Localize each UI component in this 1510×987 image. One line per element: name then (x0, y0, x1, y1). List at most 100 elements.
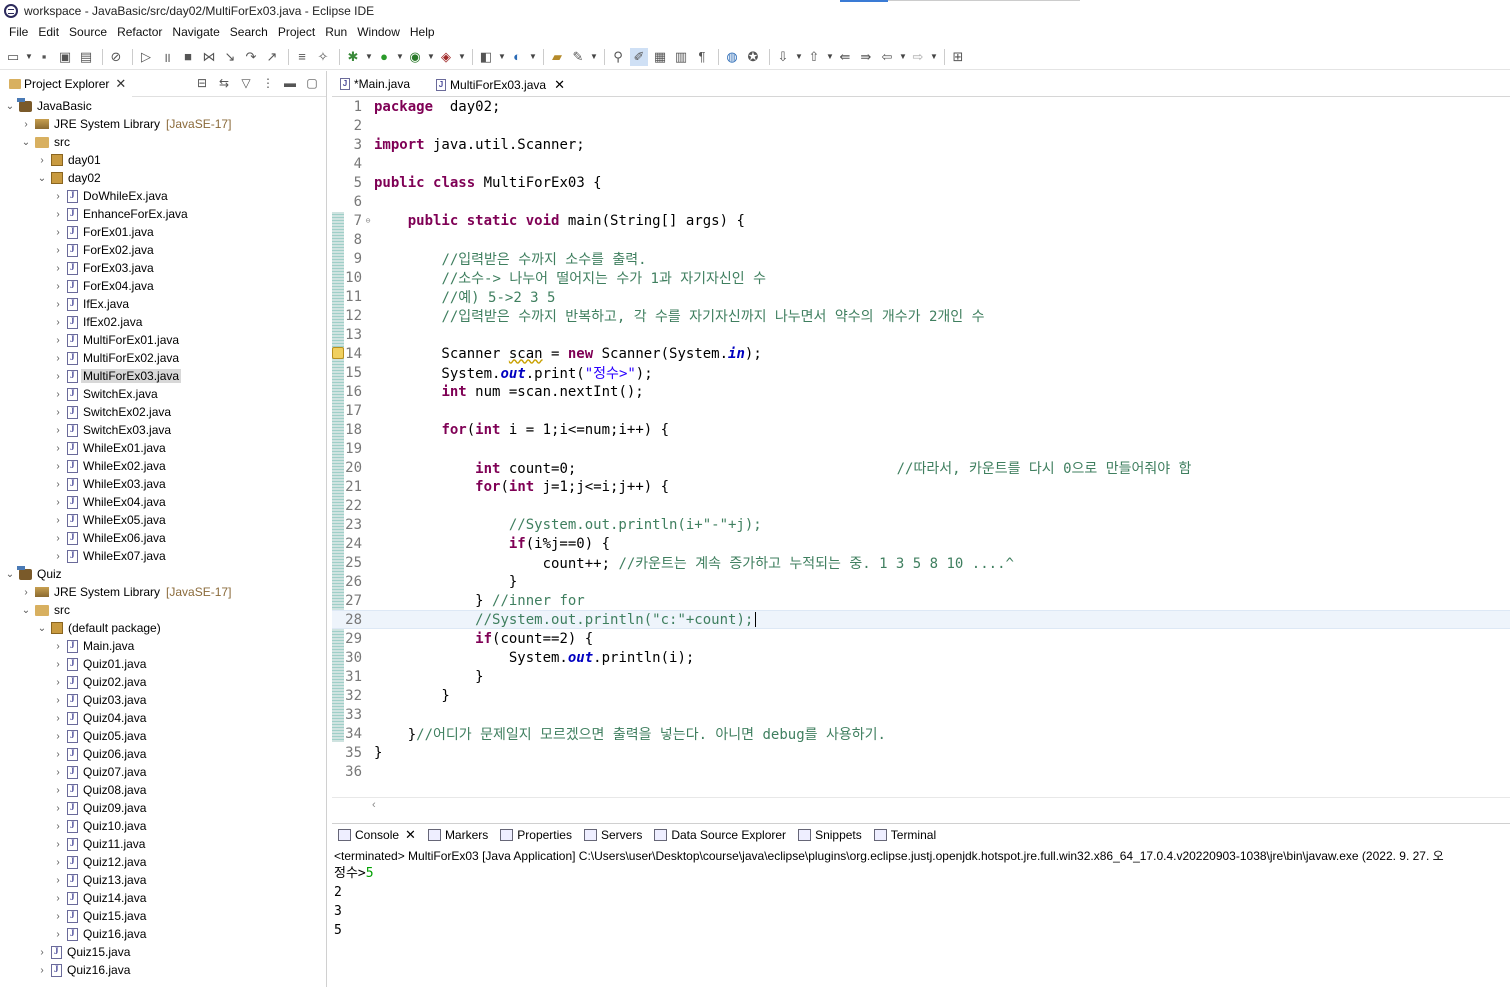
menu-project[interactable]: Project (273, 25, 320, 39)
chevron-right-icon[interactable]: › (52, 821, 64, 832)
tab-terminal[interactable]: Terminal (868, 824, 942, 846)
tree-item[interactable]: › WhileEx06.java (0, 529, 326, 547)
tree-item[interactable]: › SwitchEx02.java (0, 403, 326, 421)
code-line[interactable]: 31 } (332, 667, 1510, 686)
chevron-down-icon[interactable]: ⌄ (4, 569, 16, 580)
code-line[interactable]: 16 int num =scan.nextInt(); (332, 382, 1510, 401)
tree-item[interactable]: › WhileEx05.java (0, 511, 326, 529)
code-line[interactable]: 29 if(count==2) { (332, 629, 1510, 648)
chevron-right-icon[interactable]: › (52, 911, 64, 922)
new-dropdown-icon[interactable]: ▼ (25, 52, 33, 61)
tree-item[interactable]: ⌄ src (0, 133, 326, 151)
chevron-right-icon[interactable]: › (20, 119, 32, 130)
tree-item[interactable]: › WhileEx02.java (0, 457, 326, 475)
forward-dropdown-icon[interactable]: ▼ (930, 52, 938, 61)
tree-item[interactable]: › Quiz03.java (0, 691, 326, 709)
disconnect-icon[interactable]: ⋈ (200, 48, 218, 66)
code-line[interactable]: 12 //입력받은 수까지 반복하고, 각 수를 자기자신까지 나누면서 약수의… (332, 306, 1510, 325)
chevron-right-icon[interactable]: › (52, 659, 64, 670)
code-line[interactable]: 20 int count=0; //따라서, 카운트를 다시 0으로 만들어줘야… (332, 458, 1510, 477)
chevron-right-icon[interactable]: › (52, 479, 64, 490)
code-line[interactable]: 35} (332, 743, 1510, 762)
tab-project-explorer[interactable]: Project Explorer ✕ (0, 70, 133, 97)
tree-item[interactable]: › JRE System Library [JavaSE-17] (0, 583, 326, 601)
tree-item[interactable]: › WhileEx07.java (0, 547, 326, 565)
external-tools-dropdown-icon[interactable]: ▼ (458, 52, 466, 61)
chevron-down-icon[interactable]: ⌄ (20, 605, 32, 616)
last-edit-location-icon[interactable]: ⇚ (836, 48, 854, 66)
tab-data-source-explorer[interactable]: Data Source Explorer (648, 824, 792, 846)
new-icon[interactable]: ▭ (4, 48, 22, 66)
tree-item[interactable]: › EnhanceForEx.java (0, 205, 326, 223)
chevron-right-icon[interactable]: › (36, 947, 48, 958)
chevron-right-icon[interactable]: › (52, 425, 64, 436)
scroll-left-icon[interactable]: ‹ (372, 799, 376, 811)
code-line[interactable]: 7 ⊖ public static void main(String[] args… (332, 211, 1510, 230)
coverage-icon[interactable]: ◉ (406, 48, 424, 66)
toggle-block-selection-icon[interactable]: ▦ (651, 48, 669, 66)
tree-item[interactable]: › Quiz16.java (0, 961, 326, 979)
chevron-right-icon[interactable]: › (52, 677, 64, 688)
chevron-right-icon[interactable]: › (52, 857, 64, 868)
tree-item[interactable]: › ForEx01.java (0, 223, 326, 241)
code-line[interactable]: 1 package day02; (332, 97, 1510, 116)
code-line[interactable]: 36 (332, 762, 1510, 781)
debug-icon[interactable]: ✱ (344, 48, 362, 66)
show-whitespace-icon[interactable]: ¶ (693, 48, 711, 66)
tree-item[interactable]: ⌄ JavaBasic (0, 97, 326, 115)
menu-window[interactable]: Window (352, 25, 405, 39)
code-line[interactable]: 27 } //inner for (332, 591, 1510, 610)
coverage-dropdown-icon[interactable]: ▼ (427, 52, 435, 61)
resume-icon[interactable]: ▷ (137, 48, 155, 66)
tree-item[interactable]: › Quiz02.java (0, 673, 326, 691)
code-line[interactable]: 32 } (332, 686, 1510, 705)
chevron-right-icon[interactable]: › (52, 281, 64, 292)
code-line[interactable]: 21 for(int j=1;j<=i;j++) { (332, 477, 1510, 496)
code-line[interactable]: 33 (332, 705, 1510, 724)
use-step-filters-icon[interactable]: ≡ (293, 48, 311, 66)
code-line[interactable]: 14 Scanner scan = new Scanner(System.in)… (332, 344, 1510, 363)
chevron-right-icon[interactable]: › (52, 767, 64, 778)
code-line[interactable]: 26 } (332, 572, 1510, 591)
chevron-down-icon[interactable]: ⌄ (20, 137, 32, 148)
suspend-icon[interactable]: ॥ (158, 48, 176, 66)
code-line[interactable]: 8 (332, 230, 1510, 249)
tree-item[interactable]: ⌄ src (0, 601, 326, 619)
menu-navigate[interactable]: Navigate (167, 25, 224, 39)
chevron-right-icon[interactable]: › (52, 191, 64, 202)
chevron-down-icon[interactable]: ⌄ (36, 623, 48, 634)
chevron-right-icon[interactable]: › (52, 929, 64, 940)
tree-item[interactable]: › Quiz10.java (0, 817, 326, 835)
chevron-right-icon[interactable]: › (52, 263, 64, 274)
tab-snippets[interactable]: Snippets (792, 824, 868, 846)
run-dropdown-icon[interactable]: ▼ (396, 52, 404, 61)
code-line[interactable]: 5 public class MultiForEx03 { (332, 173, 1510, 192)
code-line[interactable]: 17 (332, 401, 1510, 420)
chevron-right-icon[interactable]: › (52, 335, 64, 346)
tree-item[interactable]: › Quiz15.java (0, 907, 326, 925)
back-icon[interactable]: ⇦ (878, 48, 896, 66)
chevron-right-icon[interactable]: › (52, 533, 64, 544)
tree-item[interactable]: › Quiz15.java (0, 943, 326, 961)
collapse-all-icon[interactable]: ⊟ (194, 75, 210, 91)
chevron-right-icon[interactable]: › (52, 875, 64, 886)
tree-item[interactable]: › WhileEx01.java (0, 439, 326, 457)
menu-source[interactable]: Source (64, 25, 112, 39)
tree-item[interactable]: › SwitchEx.java (0, 385, 326, 403)
chevron-right-icon[interactable]: › (36, 155, 48, 166)
tree-item[interactable]: › ForEx03.java (0, 259, 326, 277)
menu-file[interactable]: File (4, 25, 33, 39)
warning-icon[interactable] (332, 347, 344, 359)
tree-item[interactable]: ⌄ day02 (0, 169, 326, 187)
chevron-right-icon[interactable]: › (52, 731, 64, 742)
fold-toggle-icon[interactable]: ⊖ (362, 216, 374, 225)
chevron-down-icon[interactable]: ⌄ (4, 101, 16, 112)
chevron-right-icon[interactable]: › (52, 209, 64, 220)
chevron-right-icon[interactable]: › (52, 245, 64, 256)
new-java-project-icon[interactable]: ◧ (477, 48, 495, 66)
new-java-project-dropdown-icon[interactable]: ▼ (498, 52, 506, 61)
tab-console[interactable]: Console ✕ (332, 824, 422, 846)
chevron-right-icon[interactable]: › (52, 227, 64, 238)
code-line[interactable]: 34 }//어디가 문제일지 모르겠으면 출력을 넣는다. 아니면 debug를… (332, 724, 1510, 743)
code-line[interactable]: 24 if(i%j==0) { (332, 534, 1510, 553)
